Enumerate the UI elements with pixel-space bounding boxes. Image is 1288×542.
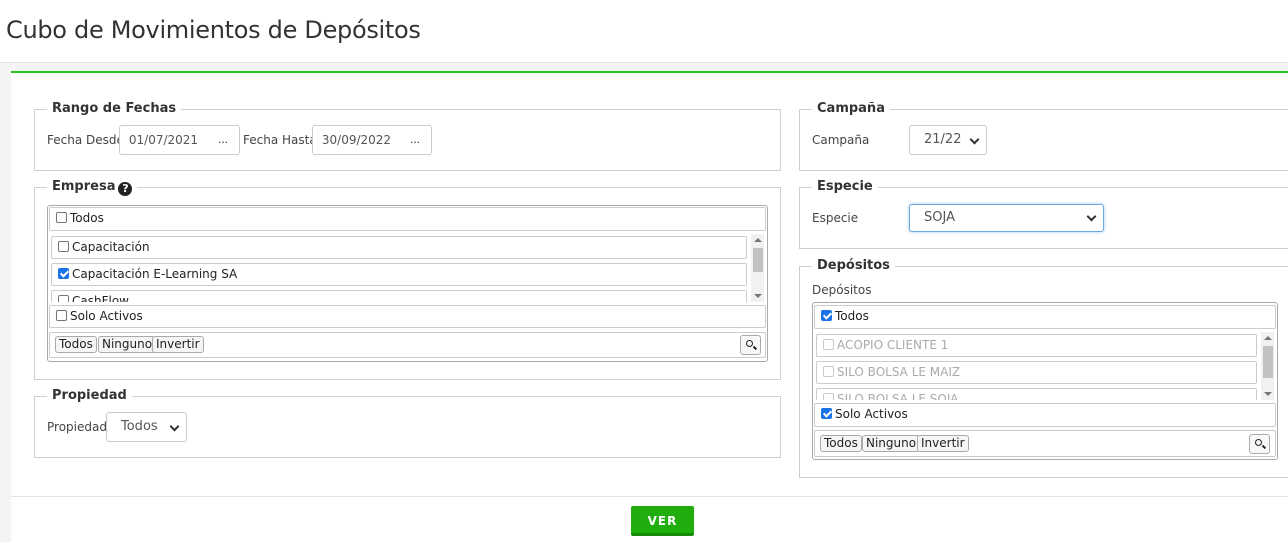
search-icon-handle [1261, 444, 1267, 449]
checkbox-icon[interactable] [56, 212, 67, 223]
campana-group: Campaña [799, 101, 1288, 171]
empresa-solo-activos-option[interactable]: Solo Activos [49, 305, 766, 328]
scrollbar[interactable] [751, 234, 764, 302]
empresa-list: Capacitación Capacitación E-Learning SA … [51, 234, 764, 302]
solo-activos-label: Solo Activos [70, 309, 143, 323]
search-icon [1255, 439, 1262, 446]
scroll-down-icon[interactable] [754, 294, 762, 298]
checkbox-icon[interactable] [821, 310, 832, 321]
todos-button[interactable]: Todos [55, 336, 97, 353]
search-button[interactable] [1249, 434, 1270, 454]
empresa-legend-text: Empresa [52, 179, 116, 194]
solo-activos-label: Solo Activos [835, 407, 908, 421]
list-item-label: ACOPIO CLIENTE 1 [837, 338, 949, 352]
scroll-down-icon[interactable] [1264, 392, 1272, 396]
checkbox-icon[interactable] [58, 268, 69, 279]
fecha-hasta-label: Fecha Hasta [243, 133, 317, 147]
fecha-desde-label: Fecha Desde [47, 133, 124, 147]
depositos-list: ACOPIO CLIENTE 1 SILO BOLSA LE MAIZ SILO… [816, 332, 1276, 400]
footer-divider [11, 496, 1288, 497]
depositos-legend: Depósitos [812, 258, 895, 273]
checkbox-icon[interactable] [58, 241, 69, 252]
invertir-button[interactable]: Invertir [152, 336, 204, 353]
empresa-todos-label: Todos [70, 211, 104, 225]
propiedad-select[interactable]: Todos [106, 412, 187, 442]
propiedad-label: Propiedad [47, 420, 107, 434]
search-button[interactable] [740, 335, 761, 355]
campana-label: Campaña [812, 133, 870, 147]
list-item: SILO BOLSA LE SOJA [816, 388, 1257, 400]
list-item-label: CashFlow [72, 294, 129, 302]
especie-legend: Especie [812, 179, 878, 194]
scroll-thumb[interactable] [753, 248, 763, 272]
scroll-up-icon[interactable] [1264, 336, 1272, 340]
checkbox-icon[interactable] [58, 295, 69, 302]
checkbox-icon [823, 339, 834, 350]
todos-button[interactable]: Todos [820, 435, 862, 452]
fecha-hasta-input[interactable]: 30/09/2022 [312, 125, 401, 155]
checkbox-icon[interactable] [821, 408, 832, 419]
especie-value: SOJA [924, 210, 955, 225]
scroll-up-icon[interactable] [754, 238, 762, 242]
list-item-label: SILO BOLSA LE SOJA [837, 392, 959, 400]
help-icon[interactable]: ? [118, 182, 133, 196]
list-item[interactable]: Capacitación [51, 236, 747, 259]
scroll-thumb[interactable] [1263, 346, 1273, 378]
depositos-solo-activos-option[interactable]: Solo Activos [814, 403, 1276, 427]
chevron-down-icon [969, 134, 980, 145]
propiedad-value: Todos [121, 419, 158, 434]
depositos-todos-option[interactable]: Todos [814, 305, 1276, 329]
list-item[interactable]: CashFlow [51, 290, 747, 302]
ninguno-button[interactable]: Ninguno [862, 435, 921, 452]
rango-fechas-legend: Rango de Fechas [47, 101, 182, 116]
fecha-hasta-picker-button[interactable]: ... [399, 125, 432, 155]
fecha-desde-picker-button[interactable]: ... [207, 125, 240, 155]
search-icon-handle [752, 345, 758, 350]
empresa-legend: Empresa? [47, 179, 138, 196]
ver-button[interactable]: VER [631, 506, 694, 536]
campana-select[interactable]: 21/22 [909, 125, 987, 155]
scrollbar[interactable] [1261, 332, 1274, 400]
list-item-label: Capacitación [72, 240, 150, 254]
list-item: ACOPIO CLIENTE 1 [816, 334, 1257, 357]
list-item-label: Capacitación E-Learning SA [72, 267, 238, 281]
propiedad-legend: Propiedad [47, 388, 132, 403]
depositos-label: Depósitos [812, 283, 872, 297]
list-item-label: SILO BOLSA LE MAIZ [837, 365, 961, 379]
list-item[interactable]: Capacitación E-Learning SA [51, 263, 747, 286]
checkbox-icon[interactable] [56, 310, 67, 321]
fecha-desde-input[interactable]: 01/07/2021 [119, 125, 208, 155]
chevron-down-icon [1086, 211, 1097, 222]
ninguno-button[interactable]: Ninguno [98, 336, 157, 353]
depositos-todos-label: Todos [835, 309, 869, 323]
list-item: SILO BOLSA LE MAIZ [816, 361, 1257, 384]
search-icon [746, 340, 753, 347]
invertir-button[interactable]: Invertir [917, 435, 969, 452]
page-title: Cubo de Movimientos de Depósitos [6, 16, 421, 44]
campana-value: 21/22 [924, 132, 962, 147]
chevron-down-icon [169, 421, 180, 432]
especie-label: Especie [812, 211, 859, 225]
checkbox-icon [823, 366, 834, 377]
empresa-todos-option[interactable]: Todos [49, 207, 766, 231]
checkbox-icon [823, 393, 834, 400]
especie-select[interactable]: SOJA [909, 204, 1104, 232]
campana-legend: Campaña [812, 101, 890, 116]
page-header: Cubo de Movimientos de Depósitos [0, 0, 1288, 63]
